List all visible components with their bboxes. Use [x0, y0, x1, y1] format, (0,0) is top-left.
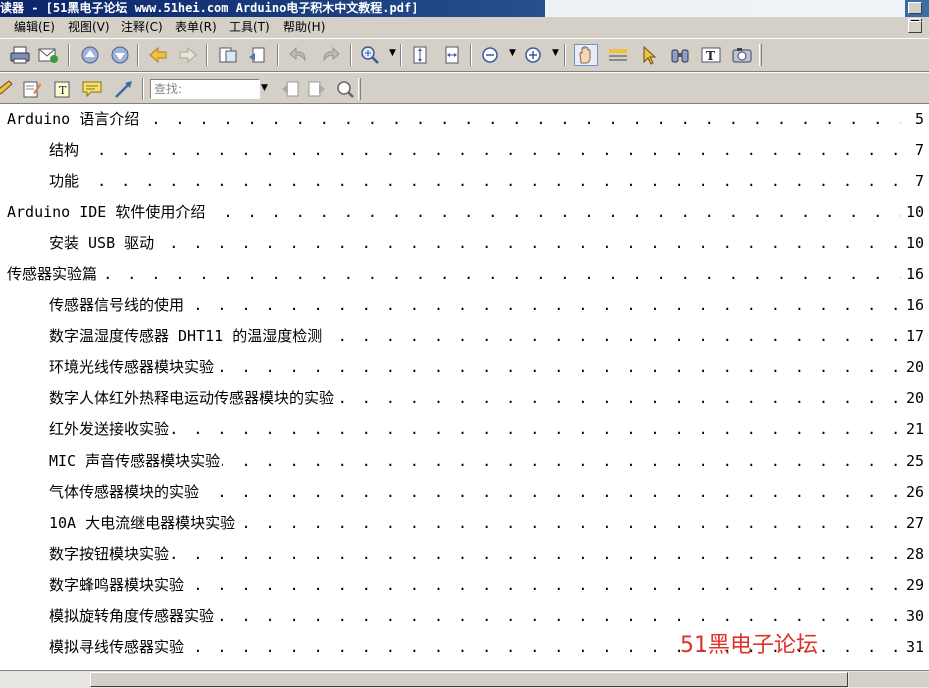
print-icon[interactable] — [8, 44, 32, 66]
snapshot-icon[interactable] — [730, 44, 754, 66]
svg-text:T: T — [706, 49, 715, 63]
toolbar-separator — [142, 78, 144, 100]
toc-entry[interactable]: . . . . . . . . . . . . . . . . . . . . … — [7, 202, 929, 222]
extract-page-icon[interactable] — [246, 44, 270, 66]
arrow-tool-icon[interactable] — [112, 78, 136, 100]
toolbar-separator — [470, 44, 472, 66]
toc-entry[interactable]: . . . . . . . . . . . . . . . . . . . . … — [49, 544, 929, 564]
toolbar-separator — [137, 44, 139, 66]
svg-text:T: T — [59, 84, 67, 97]
menu-comment[interactable]: 注释(C) — [121, 17, 163, 38]
find-next-icon[interactable] — [305, 78, 329, 100]
zoom-out-dropdown-arrow[interactable]: ▼ — [509, 48, 516, 58]
find-dropdown-arrow[interactable]: ▼ — [261, 83, 268, 93]
search-icon[interactable] — [333, 78, 357, 100]
toolbar-end — [358, 78, 361, 100]
toc-entry[interactable]: . . . . . . . . . . . . . . . . . . . . … — [7, 109, 929, 129]
main-toolbar: ▼ ▼ ▼ T — [0, 38, 929, 72]
text-select-icon[interactable] — [606, 44, 630, 66]
toc-entry[interactable]: . . . . . . . . . . . . . . . . . . . . … — [49, 388, 929, 408]
toc-entry[interactable]: . . . . . . . . . . . . . . . . . . . . … — [49, 451, 929, 471]
note-icon[interactable] — [20, 78, 44, 100]
zoom-out-icon[interactable] — [478, 44, 502, 66]
copy-page-icon[interactable] — [216, 44, 240, 66]
forward-icon[interactable] — [176, 44, 200, 66]
back-icon[interactable] — [146, 44, 170, 66]
toc-entry[interactable]: . . . . . . . . . . . . . . . . . . . . … — [49, 482, 929, 502]
watermark-text: 51黑电子论坛 — [680, 633, 818, 658]
toc-entry[interactable]: . . . . . . . . . . . . . . . . . . . . … — [49, 140, 929, 160]
menu-help[interactable]: 帮助(H) — [283, 17, 325, 38]
toc-entry[interactable]: . . . . . . . . . . . . . . . . . . . . … — [49, 171, 929, 191]
zoom-dropdown-arrow[interactable]: ▼ — [389, 48, 396, 58]
undo-icon[interactable] — [287, 44, 311, 66]
toolbar-separator — [68, 44, 70, 66]
toc-entry[interactable]: . . . . . . . . . . . . . . . . . . . . … — [49, 419, 929, 439]
toolbar-separator — [277, 44, 279, 66]
toc-entry[interactable]: . . . . . . . . . . . . . . . . . . . . … — [49, 513, 929, 533]
hand-tool-icon[interactable] — [574, 44, 598, 66]
fit-width-icon[interactable] — [440, 44, 464, 66]
find-input[interactable]: 查找: — [150, 79, 260, 99]
toc-entry[interactable]: . . . . . . . . . . . . . . . . . . . . … — [7, 264, 929, 284]
toolbar-separator — [350, 44, 352, 66]
menu-bar: 编辑(E) 视图(V) 注释(C) 表单(R) 工具(T) 帮助(H) — [0, 17, 929, 39]
zoom-in-icon[interactable] — [358, 44, 382, 66]
text-box-icon[interactable]: T — [50, 78, 74, 100]
horizontal-scrollbar[interactable] — [0, 670, 929, 688]
mdi-minimize-button[interactable] — [908, 21, 922, 33]
email-icon[interactable] — [36, 44, 60, 66]
window-title: 读器 - [51黑电子论坛 www.51hei.com Arduino电子积木中… — [0, 1, 419, 15]
pencil-icon[interactable] — [0, 78, 16, 100]
menu-form[interactable]: 表单(R) — [175, 17, 217, 38]
menu-edit[interactable]: 编辑(E) — [14, 17, 55, 38]
toc-entry[interactable]: . . . . . . . . . . . . . . . . . . . . … — [49, 357, 929, 377]
document-view[interactable]: . . . . . . . . . . . . . . . . . . . . … — [0, 104, 929, 670]
toolbar-separator — [206, 44, 208, 66]
redo-icon[interactable] — [318, 44, 342, 66]
menu-tools[interactable]: 工具(T) — [229, 17, 270, 38]
scrollbar-thumb[interactable] — [90, 672, 848, 687]
title-bar: 读器 - [51黑电子论坛 www.51hei.com Arduino电子积木中… — [0, 0, 929, 17]
page-up-icon[interactable] — [78, 44, 102, 66]
text-tool-icon[interactable]: T — [699, 44, 723, 66]
toolbar-end — [759, 44, 762, 66]
toc-entry[interactable]: . . . . . . . . . . . . . . . . . . . . … — [49, 295, 929, 315]
toc-entry[interactable]: . . . . . . . . . . . . . . . . . . . . … — [49, 575, 929, 595]
comment-toolbar: T 查找: ▼ — [0, 72, 929, 104]
comment-icon[interactable] — [80, 78, 104, 100]
toc-entry[interactable]: . . . . . . . . . . . . . . . . . . . . … — [49, 326, 929, 346]
page-down-icon[interactable] — [108, 44, 132, 66]
find-previous-icon[interactable] — [278, 78, 302, 100]
scrollbar-right-area — [849, 672, 929, 687]
toolbar-separator — [400, 44, 402, 66]
fit-page-icon[interactable] — [408, 44, 432, 66]
zoom-plus-icon[interactable] — [521, 44, 545, 66]
toolbar-separator — [564, 44, 566, 66]
menu-view[interactable]: 视图(V) — [68, 17, 110, 38]
binoculars-icon[interactable] — [668, 44, 692, 66]
select-arrow-icon[interactable] — [637, 44, 661, 66]
toc-entry[interactable]: . . . . . . . . . . . . . . . . . . . . … — [49, 606, 929, 626]
toc-entry[interactable]: . . . . . . . . . . . . . . . . . . . . … — [49, 233, 929, 253]
minimize-button[interactable] — [908, 2, 922, 14]
title-bar-overlay — [545, 0, 905, 17]
zoom-plus-dropdown-arrow[interactable]: ▼ — [552, 48, 559, 58]
